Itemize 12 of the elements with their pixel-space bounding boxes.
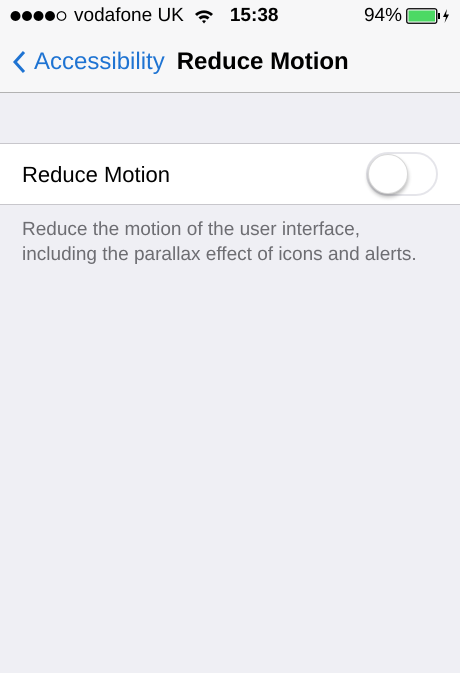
nav-title: Reduce Motion [176,47,349,77]
footer-description: Reduce the motion of the user interface, including the parallax effect of icons and alerts. [21,218,418,267]
carrier-name: vodafone UK [74,4,184,28]
signal-icon [10,10,68,22]
clock-time: 15:38 [230,4,278,28]
setting-label: Reduce Motion [22,160,170,188]
battery-percentage: 94% [364,4,402,28]
toggle-switch[interactable] [366,152,438,196]
back-button[interactable]: Accessibility [12,44,165,80]
wifi-icon [194,8,214,24]
battery-icon [406,8,450,24]
chevron-left-icon [12,50,26,74]
